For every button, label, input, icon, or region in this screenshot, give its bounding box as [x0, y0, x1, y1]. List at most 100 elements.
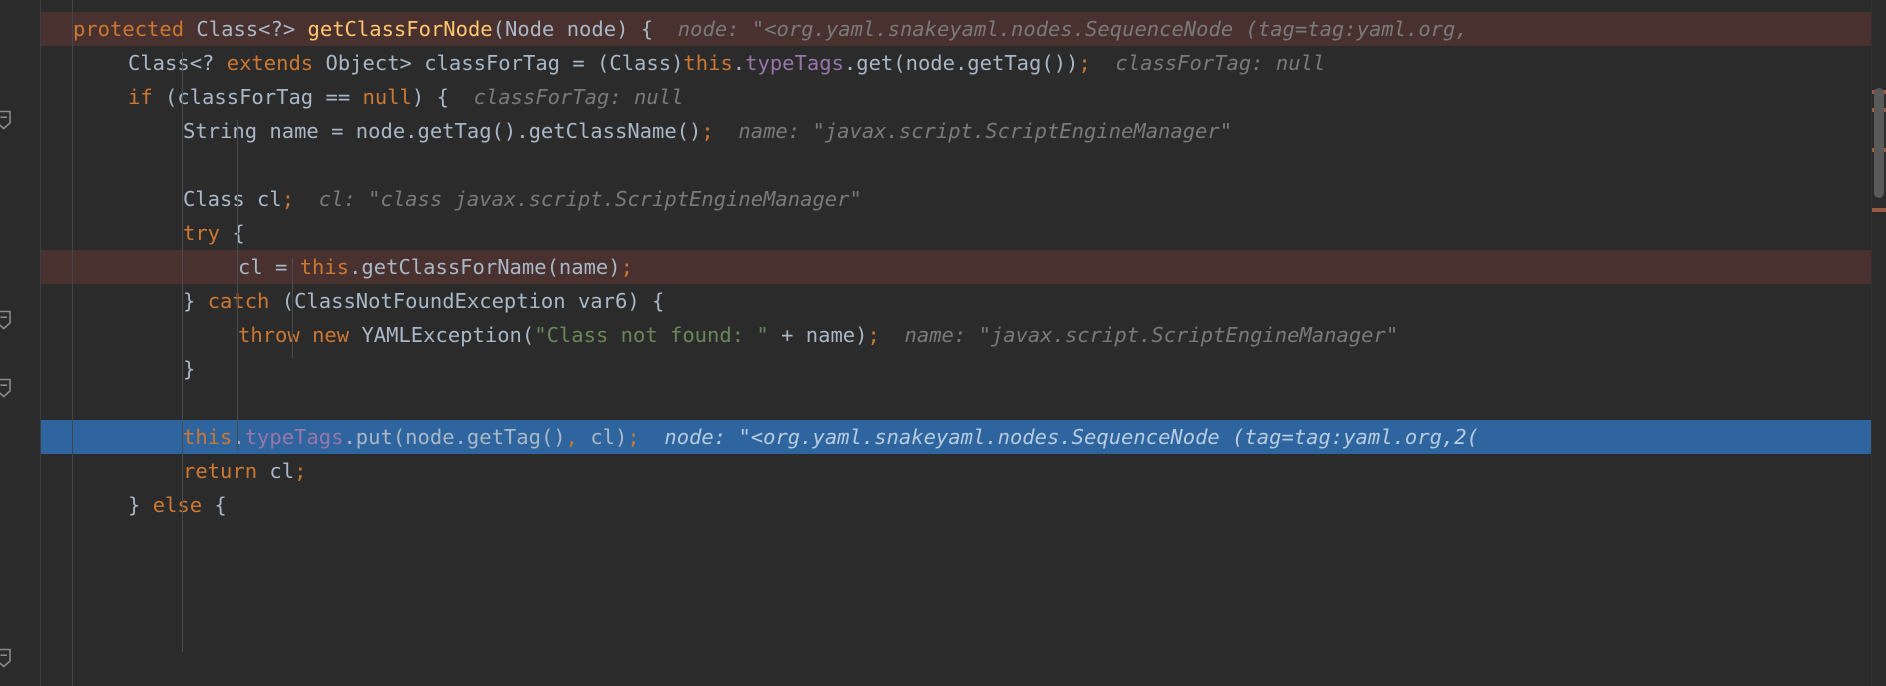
code-token: (Node node) { — [492, 17, 654, 41]
code-line[interactable]: throw new YAMLException("Class not found… — [0, 318, 1886, 352]
indent-guide-3 — [292, 258, 293, 358]
inline-debugger-hint[interactable]: name: "javax.script.ScriptEngineManager" — [714, 119, 1232, 143]
code-token: ; — [867, 323, 880, 347]
code-token: (ClassNotFoundException var6) { — [281, 289, 665, 313]
code-token: ; — [701, 119, 714, 143]
code-line[interactable]: Class<? extends Object> classForTag = (C… — [0, 46, 1886, 80]
code-line[interactable]: return cl; — [0, 454, 1886, 488]
code-token: } — [183, 289, 208, 313]
code-token: typeTags — [745, 51, 844, 75]
code-token: try — [183, 221, 233, 245]
code-token: Class cl — [183, 187, 282, 211]
code-line[interactable]: try { — [0, 216, 1886, 250]
code-token: null — [362, 85, 412, 109]
code-token: . — [232, 425, 245, 449]
code-line-text: String name = node.getTag().getClassName… — [183, 114, 1232, 148]
code-token: this — [683, 51, 733, 75]
code-token: ; — [281, 187, 295, 211]
code-line[interactable]: } else { — [0, 488, 1886, 522]
code-token: } — [128, 493, 153, 517]
code-token: ; — [627, 425, 640, 449]
code-token: , — [565, 425, 578, 449]
code-fold-icon[interactable] — [0, 378, 14, 398]
code-token: "Class not found: " — [534, 323, 769, 347]
code-token: ) { — [411, 85, 449, 109]
code-fold-icon[interactable] — [0, 110, 14, 130]
code-token: throw — [238, 323, 313, 347]
code-token: ; — [294, 459, 307, 483]
inline-debugger-hint[interactable]: classForTag: null — [449, 85, 684, 109]
code-token: .getClassForName(name) — [349, 255, 621, 279]
code-editor[interactable]: protected Class<?> getClassForNode(Node … — [0, 0, 1886, 686]
gutter-separator — [40, 0, 41, 686]
code-token: String name = node.getTag().getClassName… — [183, 119, 702, 143]
code-line-text: Class<? extends Object> classForTag = (C… — [128, 46, 1325, 80]
code-token: if — [128, 85, 166, 109]
code-token: .get(node.getTag()) — [843, 51, 1079, 75]
code-token: ; — [620, 255, 633, 279]
code-token: Class<? — [128, 51, 227, 75]
code-line[interactable]: if (classForTag == null) { classForTag: … — [0, 80, 1886, 114]
code-line[interactable] — [0, 148, 1886, 182]
code-line-text: return cl; — [183, 454, 306, 488]
code-token: Class<?> — [196, 17, 308, 41]
code-line[interactable]: this.typeTags.put(node.getTag(), cl); no… — [0, 420, 1886, 454]
code-line-text: protected Class<?> getClassForNode(Node … — [73, 12, 1468, 46]
inline-debugger-hint[interactable]: cl: "class javax.script.ScriptEngineMana… — [294, 187, 862, 211]
code-token: cl) — [577, 425, 628, 449]
code-line-text: try { — [183, 216, 245, 250]
code-line[interactable]: } catch (ClassNotFoundException var6) { — [0, 284, 1886, 318]
code-token: . — [732, 51, 746, 75]
code-token: .put(node.getTag() — [343, 425, 566, 449]
code-token: protected — [73, 17, 197, 41]
code-line-text: Class cl; cl: "class javax.script.Script… — [183, 182, 862, 216]
code-fold-icon[interactable] — [0, 648, 14, 668]
code-line[interactable] — [0, 386, 1886, 420]
code-line[interactable]: } — [0, 352, 1886, 386]
code-token: (classForTag == — [165, 85, 363, 109]
code-token: + name) — [768, 323, 868, 347]
inline-debugger-hint[interactable]: classForTag: null — [1091, 51, 1325, 75]
indent-guide-1 — [182, 52, 183, 652]
code-line-text: } — [183, 352, 195, 386]
code-token: { — [214, 493, 227, 517]
code-line-text: cl = this.getClassForName(name); — [238, 250, 633, 284]
error-marker-4[interactable] — [1872, 208, 1886, 212]
code-line[interactable]: Class cl; cl: "class javax.script.Script… — [0, 182, 1886, 216]
code-line[interactable]: String name = node.getTag().getClassName… — [0, 114, 1886, 148]
code-token: catch — [207, 289, 282, 313]
code-token: ; — [1078, 51, 1091, 75]
code-token: extends — [226, 51, 326, 75]
code-token: getClassForNode — [307, 17, 493, 41]
code-line[interactable]: cl = this.getClassForName(name); — [0, 250, 1886, 284]
code-token: cl = — [238, 255, 300, 279]
code-line-text: } catch (ClassNotFoundException var6) { — [183, 284, 664, 318]
inline-debugger-hint[interactable]: node: "<org.yaml.snakeyaml.nodes.Sequenc… — [653, 17, 1468, 41]
code-token: this — [299, 255, 350, 279]
vertical-scrollbar[interactable] — [1872, 0, 1886, 686]
code-token: this — [183, 425, 233, 449]
code-token: else — [152, 493, 215, 517]
scrollbar-thumb[interactable] — [1874, 88, 1884, 198]
code-token: YAMLException( — [361, 323, 535, 347]
code-token: typeTags — [244, 425, 344, 449]
code-lines-container[interactable]: protected Class<?> getClassForNode(Node … — [0, 0, 1886, 686]
gutter-annotation-column[interactable] — [41, 0, 72, 686]
inline-debugger-hint[interactable]: node: "<org.yaml.snakeyaml.nodes.Sequenc… — [640, 425, 1479, 449]
code-line[interactable]: protected Class<?> getClassForNode(Node … — [0, 12, 1886, 46]
code-token: { — [232, 221, 245, 245]
code-line-text: throw new YAMLException("Class not found… — [238, 318, 1398, 352]
code-line-text: if (classForTag == null) { classForTag: … — [128, 80, 683, 114]
code-token: return — [183, 459, 270, 483]
code-token: Object> classForTag = (Class) — [325, 51, 684, 75]
code-fold-icon[interactable] — [0, 310, 14, 330]
code-token: new — [312, 323, 362, 347]
inline-debugger-hint[interactable]: name: "javax.script.ScriptEngineManager" — [880, 323, 1399, 347]
code-line-text: } else { — [128, 488, 227, 522]
annotation-separator — [72, 0, 73, 686]
code-token: cl — [269, 459, 295, 483]
editor-gutter[interactable] — [0, 0, 40, 686]
indent-guide-2 — [237, 120, 238, 450]
code-token: } — [183, 357, 196, 381]
code-line-text: this.typeTags.put(node.getTag(), cl); no… — [183, 420, 1479, 454]
